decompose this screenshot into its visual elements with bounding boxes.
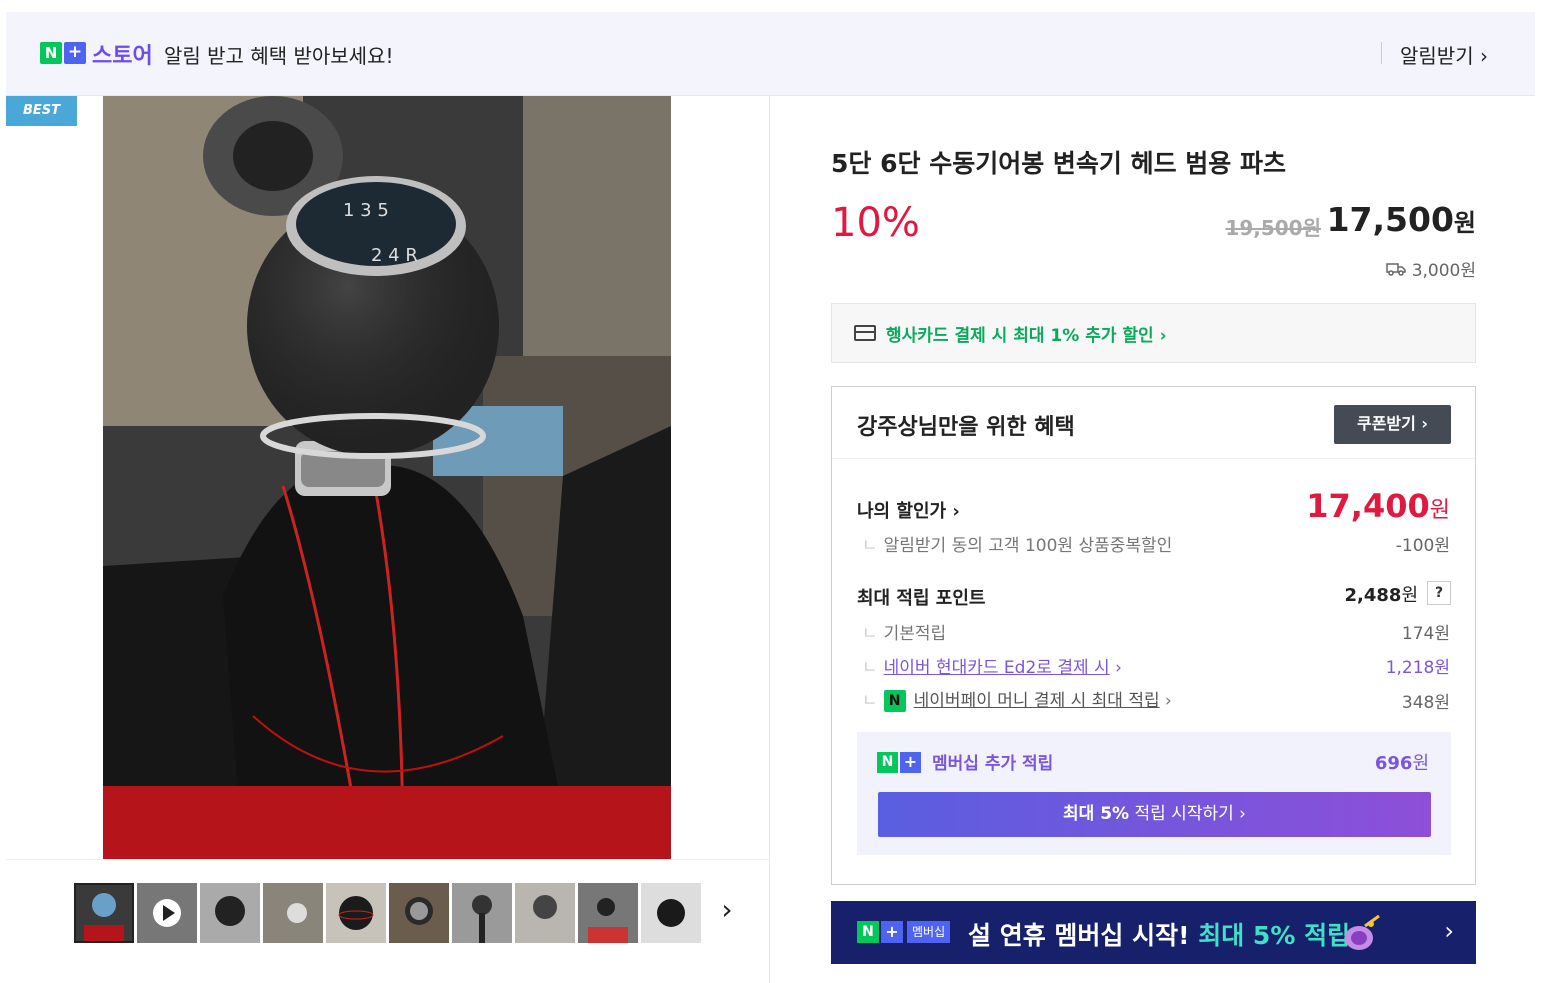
- chevron-right-icon: ›: [1444, 917, 1454, 945]
- card-points-row: ㄴ 네이버 현대카드 Ed2로 결제 시 ›: [862, 653, 1122, 678]
- basic-points-label: ㄴ 기본적립: [862, 619, 946, 644]
- alarm-discount-text: 알림받기 동의 고객 100원 상품중복할인: [883, 536, 1173, 556]
- sale-price: 17,500원: [1327, 200, 1476, 239]
- thumbnail-9[interactable]: [578, 883, 638, 943]
- membership-promo-banner[interactable]: N + 멤버십 설 연휴 멤버십 시작! 최대 5% 적립 ›: [831, 901, 1476, 964]
- chevron-right-icon: ›: [1115, 658, 1122, 678]
- naver-n-icon: N: [857, 921, 879, 943]
- card-points-value: 1,218원: [1385, 658, 1450, 678]
- sale-price-value: 17,500: [1326, 200, 1454, 239]
- card-promo-text[interactable]: 행사카드 결제 시 최대 1% 추가 할인 ›: [886, 321, 1167, 346]
- product-gallery: BEST 1 3 5 2 4 R ›: [6, 96, 770, 983]
- promo-banner-text: 설 연휴 멤버십 시작! 최대 5% 적립: [968, 916, 1350, 952]
- gear-knob-photo: 1 3 5 2 4 R: [103, 96, 671, 859]
- plus-icon: +: [64, 42, 86, 64]
- card-points-link[interactable]: 네이버 현대카드 Ed2로 결제 시: [884, 658, 1110, 678]
- shipping-fee: 3,000원: [1411, 261, 1476, 281]
- npay-points-row: ㄴ N 네이버페이 머니 결제 시 최대 적립 ›: [862, 686, 1172, 712]
- tick-icon: ㄴ: [862, 658, 878, 678]
- naver-n-icon: N: [877, 752, 898, 773]
- thumbnail-10[interactable]: [641, 883, 701, 943]
- alarm-discount-label: ㄴ 알림받기 동의 고객 100원 상품중복할인: [862, 531, 1172, 556]
- discount-rate: 10%: [831, 200, 920, 246]
- truck-icon: [1385, 262, 1406, 276]
- membership-points-number: 696: [1374, 753, 1413, 774]
- card-promo-box[interactable]: 행사카드 결제 시 최대 1% 추가 할인 ›: [831, 303, 1476, 363]
- naver-n-icon: N: [40, 42, 62, 64]
- product-title: 5단 6단 수동기어봉 변속기 헤드 범용 파츠: [831, 149, 1287, 178]
- subscribe-alarm-link[interactable]: 알림받기 ›: [1400, 40, 1488, 69]
- tick-icon: ㄴ: [862, 536, 878, 556]
- gift-bag-icon: [1345, 914, 1380, 950]
- divider: [832, 458, 1475, 459]
- promo-accent-text: 최대 5% 적립: [1198, 921, 1351, 950]
- my-price-label[interactable]: 나의 할인가 ›: [857, 497, 960, 523]
- basic-points-value: 174원: [1401, 624, 1450, 644]
- naver-plus-logo: N +: [40, 42, 86, 64]
- membership-box: N + 멤버십 추가 적립 696원 최대 5% 적립 시작하기 ›: [857, 732, 1451, 855]
- thumbnail-strip: ›: [6, 859, 770, 983]
- thumbnail-8[interactable]: [515, 883, 575, 943]
- cta-bold-text: 최대 5%: [1063, 804, 1130, 824]
- thumbnail-7[interactable]: [452, 883, 512, 943]
- credit-card-icon: [854, 325, 876, 341]
- store-label: 스토어: [92, 44, 153, 69]
- help-icon[interactable]: ?: [1427, 581, 1451, 605]
- thumbnail-1[interactable]: [74, 883, 134, 943]
- tick-icon: ㄴ: [862, 691, 878, 711]
- naver-plus-membership-logo: N + 멤버십: [857, 921, 951, 943]
- max-points-label: 최대 적립 포인트: [857, 588, 986, 609]
- alarm-discount-value: -100원: [1395, 536, 1450, 556]
- divider: [1381, 42, 1382, 64]
- thumbnail-4[interactable]: [263, 883, 323, 943]
- membership-points-unit: 원: [1412, 753, 1429, 774]
- get-coupon-button[interactable]: 쿠폰받기 ›: [1334, 405, 1451, 444]
- plus-icon: +: [881, 921, 903, 943]
- my-price: 17,400원: [1306, 487, 1450, 525]
- svg-text:1 3 5: 1 3 5: [343, 200, 389, 221]
- chevron-right-icon: ›: [1165, 691, 1172, 711]
- promo-main-text: 설 연휴 멤버십 시작!: [968, 921, 1199, 950]
- thumbnail-video[interactable]: [137, 883, 197, 943]
- personal-benefit-box: 강주상님만을 위한 혜택 쿠폰받기 › 나의 할인가 › 17,400원 ㄴ 알림…: [831, 386, 1476, 885]
- banner-message: 알림 받고 혜택 받아보세요!: [164, 44, 394, 68]
- my-price-unit: 원: [1429, 498, 1450, 523]
- shipping-info: 3,000원: [1385, 256, 1476, 281]
- my-price-value: 17,400: [1306, 487, 1430, 525]
- thumbnail-5[interactable]: [326, 883, 386, 943]
- thumbnail-next-button[interactable]: ›: [712, 896, 742, 926]
- main-product-image[interactable]: 1 3 5 2 4 R: [103, 96, 671, 859]
- best-badge: BEST: [6, 96, 77, 126]
- svg-text:2 4 R: 2 4 R: [371, 245, 418, 266]
- npay-points-value: 348원: [1401, 693, 1450, 713]
- naver-plus-logo: N +: [877, 752, 921, 773]
- membership-tag: 멤버십: [907, 921, 951, 943]
- membership-label: 멤버십 추가 적립: [932, 754, 1054, 774]
- max-points-unit: 원: [1401, 585, 1418, 606]
- max-points-value: 2,488원: [1345, 581, 1419, 607]
- naver-pay-icon: N: [883, 690, 906, 712]
- original-price: 19,500원: [1225, 216, 1321, 240]
- max-points-number: 2,488: [1344, 585, 1402, 606]
- sale-price-unit: 원: [1453, 209, 1476, 237]
- basic-points-text: 기본적립: [883, 624, 947, 644]
- thumbnail-6[interactable]: [389, 883, 449, 943]
- cta-text: 적립 시작하기 ›: [1129, 804, 1246, 824]
- benefit-title: 강주상님만을 위한 혜택: [857, 415, 1075, 440]
- plus-icon: +: [900, 752, 921, 773]
- npay-points-link[interactable]: 네이버페이 머니 결제 시 최대 적립: [914, 691, 1160, 711]
- membership-points: 696원: [1375, 749, 1429, 775]
- thumbnail-3[interactable]: [200, 883, 260, 943]
- tick-icon: ㄴ: [862, 624, 878, 644]
- store-alarm-banner: N + 스토어 알림 받고 혜택 받아보세요! 알림받기 ›: [6, 12, 1535, 96]
- membership-start-button[interactable]: 최대 5% 적립 시작하기 ›: [878, 792, 1431, 837]
